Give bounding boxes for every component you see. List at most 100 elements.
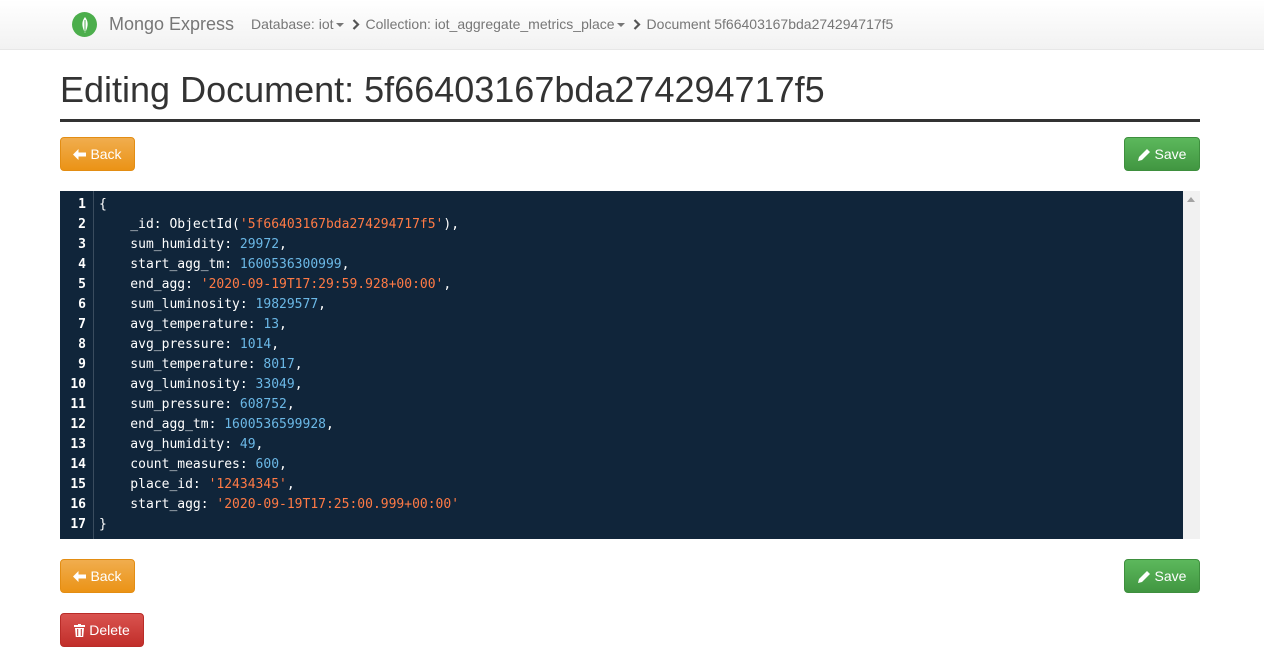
line-number: 6 [78, 297, 86, 312]
string-token: '12434345' [208, 477, 287, 492]
line-number: 10 [70, 377, 86, 392]
code-token: , [279, 237, 287, 252]
line-number: 9 [78, 357, 86, 372]
line-number: 8 [78, 337, 86, 352]
line-number: 5 [78, 277, 86, 292]
code-token: , [279, 317, 287, 332]
save-button-top[interactable]: Save [1124, 137, 1200, 171]
code-text: place_id: '12434345', [99, 475, 295, 495]
back-button-top[interactable]: Back [60, 137, 135, 171]
number-token: 600 [255, 457, 280, 472]
code-token: , [341, 257, 350, 272]
code-text: avg_temperature: 13, [99, 315, 287, 335]
brand-name: Mongo Express [109, 14, 235, 34]
line-number: 11 [70, 397, 86, 412]
code-token: , [286, 397, 295, 412]
code-text: end_agg_tm: 1600536599928, [99, 415, 334, 435]
code-token: } [99, 517, 107, 532]
pencil-icon [1137, 570, 1150, 583]
number-token: 19829577 [255, 297, 319, 312]
number-token: 29972 [239, 237, 280, 252]
code-text: count_measures: 600, [99, 455, 287, 475]
number-token: 1600536599928 [224, 417, 326, 432]
trash-icon [74, 623, 86, 637]
back-button-label: Back [90, 568, 122, 584]
page-title-text: Editing Document: 5f66403167bda274294717… [60, 69, 825, 110]
code-text: start_agg_tm: 1600536300999, [99, 255, 349, 275]
string-token: '2020-09-19T17:25:00.999+00:00' [216, 497, 460, 512]
code-line: 1{ [60, 195, 1200, 215]
line-number: 4 [78, 257, 86, 272]
editor-scrollbar[interactable] [1183, 191, 1200, 539]
code-line: 11 sum_pressure: 608752, [60, 395, 1200, 415]
mongodb-leaf-icon [72, 12, 97, 37]
code-line: 4 start_agg_tm: 1600536300999, [60, 255, 1200, 275]
code-token: , [271, 337, 280, 352]
document-editor[interactable]: 1{2 _id: ObjectId('5f66403167bda27429471… [60, 191, 1200, 539]
code-token: ), [443, 217, 460, 232]
code-text: avg_luminosity: 33049, [99, 375, 302, 395]
line-number: 12 [70, 417, 86, 432]
code-line: 15 place_id: '12434345', [60, 475, 1200, 495]
breadcrumb-collection[interactable]: Collection: iot_aggregate_metrics_place [366, 16, 625, 32]
page-title: Editing Document: 5f66403167bda274294717… [60, 68, 1200, 122]
code-text: sum_humidity: 29972, [99, 235, 287, 255]
code-line: 2 _id: ObjectId('5f66403167bda274294717f… [60, 215, 1200, 235]
scroll-up-arrow-icon[interactable] [1187, 197, 1195, 202]
code-token: end_agg: [99, 277, 201, 292]
code-token: start_agg_tm: [99, 257, 240, 272]
line-number: 1 [78, 197, 86, 212]
chevron-right-icon [633, 18, 641, 30]
line-number: 3 [78, 237, 86, 252]
pencil-icon [1137, 148, 1150, 161]
save-button-label: Save [1154, 568, 1187, 584]
save-button-bottom[interactable]: Save [1124, 559, 1200, 593]
code-token: sum_pressure: [99, 397, 240, 412]
code-token: end_agg_tm: [99, 417, 225, 432]
code-text: _id: ObjectId('5f66403167bda274294717f5'… [99, 215, 459, 235]
code-text: sum_luminosity: 19829577, [99, 295, 326, 315]
number-token: 33049 [255, 377, 295, 392]
number-token: 49 [239, 437, 256, 452]
string-token: '2020-09-19T17:29:59.928+00:00' [200, 277, 444, 292]
code-token: avg_luminosity: [99, 377, 256, 392]
number-token: 13 [263, 317, 280, 332]
save-button-label: Save [1154, 146, 1187, 162]
code-token: avg_temperature: [99, 317, 264, 332]
code-line: 14 count_measures: 600, [60, 455, 1200, 475]
brand-link[interactable]: Mongo Express [72, 12, 234, 37]
line-number: 2 [78, 217, 86, 232]
breadcrumb: Database: iot Collection: iot_aggregate_… [251, 16, 893, 32]
code-line: 10 avg_luminosity: 33049, [60, 375, 1200, 395]
code-line: 3 sum_humidity: 29972, [60, 235, 1200, 255]
code-token: , [286, 477, 295, 492]
code-text: avg_humidity: 49, [99, 435, 263, 455]
back-button-bottom[interactable]: Back [60, 559, 135, 593]
code-line: 16 start_agg: '2020-09-19T17:25:00.999+0… [60, 495, 1200, 515]
code-line: 5 end_agg: '2020-09-19T17:29:59.928+00:0… [60, 275, 1200, 295]
breadcrumb-database[interactable]: Database: iot [251, 16, 344, 32]
code-token: avg_humidity: [99, 437, 240, 452]
breadcrumb-document-label: Document 5f66403167bda274294717f5 [646, 16, 894, 32]
number-token: 1600536300999 [239, 257, 342, 272]
delete-button[interactable]: Delete [60, 613, 144, 647]
code-token: , [279, 457, 287, 472]
code-line: 9 sum_temperature: 8017, [60, 355, 1200, 375]
code-line: 8 avg_pressure: 1014, [60, 335, 1200, 355]
code-token: place_id: [99, 477, 209, 492]
code-token: sum_humidity: [99, 237, 240, 252]
line-number: 17 [70, 517, 86, 532]
number-token: 8017 [263, 357, 295, 372]
code-token: sum_temperature: [99, 357, 264, 372]
line-number: 16 [70, 497, 86, 512]
line-number: 13 [70, 437, 86, 452]
code-token: , [294, 357, 303, 372]
string-token: '5f66403167bda274294717f5' [239, 217, 444, 232]
line-number: 7 [78, 317, 86, 332]
number-token: 1014 [239, 337, 272, 352]
back-button-label: Back [90, 146, 122, 162]
code-line: 17} [60, 515, 1200, 535]
breadcrumb-collection-label: Collection: iot_aggregate_metrics_place [365, 16, 615, 32]
arrow-left-icon [73, 570, 87, 582]
code-text: { [99, 195, 107, 215]
